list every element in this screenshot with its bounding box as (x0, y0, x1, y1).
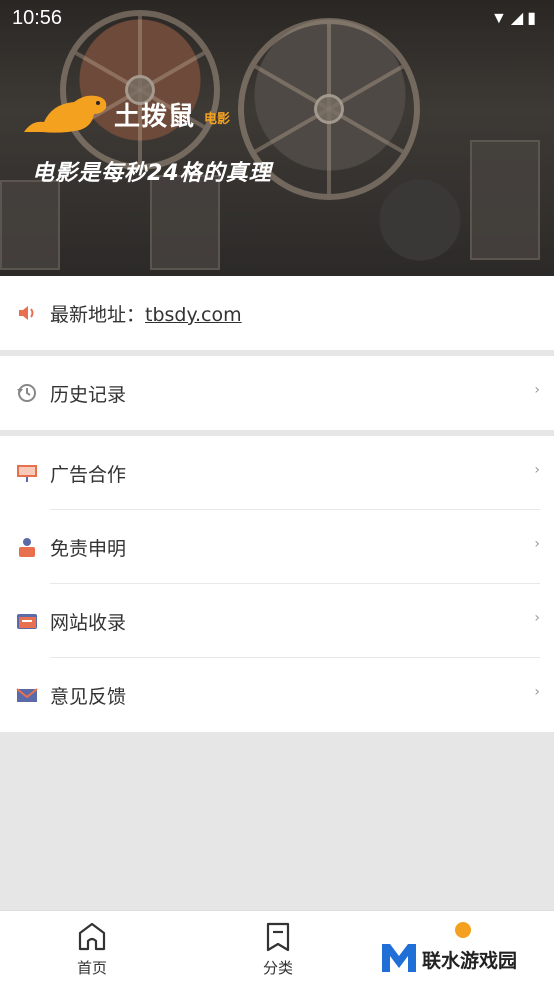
menu-item-site-index[interactable]: 网站收录 › (0, 584, 554, 658)
watermark-logo-icon (382, 944, 416, 972)
chevron-right-icon: › (534, 462, 540, 478)
watermark: 联水游戏园 (380, 938, 550, 978)
menu-item-label: 网站收录 (50, 612, 127, 634)
envelope-icon (16, 688, 38, 702)
header-banner: 10:56 ▼◢▮ 土拨鼠 电影 电影是每秒24格的真理 (0, 0, 554, 276)
tab-label: 分类 (262, 959, 293, 977)
notification-dot (455, 922, 471, 938)
chevron-right-icon: › (534, 382, 540, 398)
menu-item-label: 广告合作 (50, 464, 127, 486)
status-time: 10:56 (12, 7, 63, 29)
brand-name: 土拨鼠 (114, 102, 196, 132)
projector-decoration (0, 180, 60, 270)
home-icon (78, 922, 106, 951)
history-icon (17, 384, 36, 402)
tab-label: 首页 (76, 959, 107, 977)
address-prefix: 最新地址： (50, 304, 146, 326)
menu-item-feedback[interactable]: 意见反馈 › (0, 658, 554, 732)
billboard-icon (17, 465, 37, 482)
card-icon (17, 614, 37, 629)
projector-decoration (150, 175, 220, 270)
status-bar: 10:56 ▼◢▮ (0, 0, 554, 38)
groundhog-icon (24, 95, 107, 133)
signal-icon: ◢ (510, 10, 528, 27)
tab-category[interactable]: 分类 (238, 921, 318, 978)
person-icon (19, 538, 35, 557)
chevron-right-icon: › (534, 610, 540, 626)
tab-home[interactable]: 首页 (52, 921, 132, 978)
battery-icon: ▮ (527, 10, 540, 27)
chevron-right-icon: › (534, 684, 540, 700)
menu-item-label: 意见反馈 (50, 686, 127, 708)
history-label: 历史记录 (50, 384, 127, 406)
wifi-icon: ▼ (491, 10, 511, 27)
projector-decoration (470, 140, 540, 260)
status-icons: ▼◢▮ (491, 8, 540, 28)
menu-item-disclaimer[interactable]: 免责申明 › (0, 510, 554, 584)
latest-address-row[interactable]: 最新地址：tbsdy.com (0, 276, 554, 350)
bookmark-icon (266, 922, 290, 952)
menu-item-label: 免责申明 (50, 538, 127, 560)
slogan: 电影是每秒24格的真理 (32, 161, 272, 186)
address-link[interactable]: tbsdy.com (145, 304, 242, 326)
chevron-right-icon: › (534, 536, 540, 552)
history-row[interactable]: 历史记录 › (0, 356, 554, 430)
address-text: 最新地址：tbsdy.com (50, 300, 242, 327)
speaker-icon (19, 306, 34, 320)
watermark-text: 联水游戏园 (422, 950, 518, 972)
menu-item-ads[interactable]: 广告合作 › (0, 436, 554, 510)
brand-sub: 电影 (204, 112, 231, 127)
